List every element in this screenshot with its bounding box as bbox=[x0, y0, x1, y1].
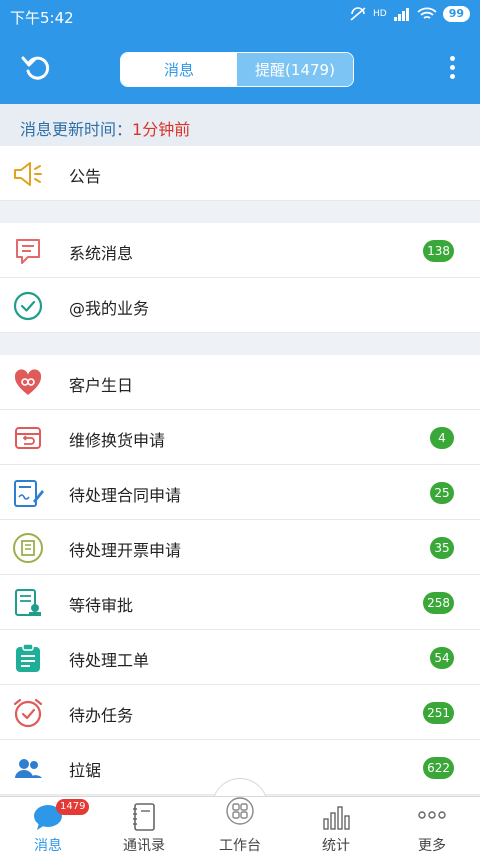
more-menu-icon[interactable] bbox=[448, 56, 456, 84]
tab-messages-bottom[interactable]: 1479 消息 bbox=[0, 797, 96, 853]
megaphone-icon bbox=[14, 162, 42, 186]
list-item-label: 拉锯 bbox=[69, 761, 102, 780]
approval-doc-icon bbox=[15, 589, 41, 616]
tab-contacts[interactable]: 通讯录 bbox=[96, 797, 192, 853]
contacts-book-icon bbox=[133, 803, 155, 831]
list-item-announcement[interactable]: 公告 bbox=[0, 146, 480, 201]
status-time: 下午5:42 bbox=[10, 9, 74, 27]
list-item-label: 客户生日 bbox=[69, 376, 134, 395]
check-circle-icon bbox=[13, 291, 43, 321]
count-badge: 258 bbox=[423, 592, 454, 614]
list-item-contract-request[interactable]: 待处理合同申请 25 bbox=[0, 465, 480, 520]
invoice-icon bbox=[13, 533, 43, 563]
more-dots-icon bbox=[418, 811, 446, 819]
count-badge: 622 bbox=[423, 757, 454, 779]
list-item-label: 维修换货申请 bbox=[69, 431, 166, 450]
list-item-system-messages[interactable]: 系统消息 138 bbox=[0, 223, 480, 278]
refresh-icon[interactable] bbox=[20, 50, 54, 84]
wifi-icon bbox=[417, 7, 437, 19]
tab-statistics[interactable]: 统计 bbox=[288, 797, 384, 853]
bar-chart-icon bbox=[323, 806, 350, 830]
update-time-value: 1分钟前 bbox=[132, 120, 191, 139]
battery-indicator: 99 bbox=[442, 6, 470, 22]
tab-workbench[interactable]: 工作台 bbox=[192, 797, 288, 853]
tab-more[interactable]: 更多 bbox=[384, 797, 480, 853]
mute-icon bbox=[350, 7, 366, 21]
tab-label: 更多 bbox=[418, 838, 446, 853]
signal-icon bbox=[393, 8, 409, 21]
update-time-label: 消息更新时间： bbox=[20, 120, 133, 139]
bottom-tab-bar: 1479 消息 通讯录 工作台 统计 更多 bbox=[0, 796, 480, 853]
people-icon bbox=[15, 759, 42, 778]
list-item-label: 待办任务 bbox=[69, 706, 134, 725]
status-bar: 下午5:42 HD 99 bbox=[0, 0, 480, 32]
list-item-invoice-request[interactable]: 待处理开票申请 35 bbox=[0, 520, 480, 575]
section-divider bbox=[0, 333, 480, 355]
count-badge: 4 bbox=[430, 427, 454, 449]
list-item-label: 待处理工单 bbox=[69, 651, 150, 670]
app-bar: 消息 提醒(1479) bbox=[0, 32, 480, 104]
tab-badge: 1479 bbox=[56, 799, 90, 815]
tab-label: 通讯录 bbox=[123, 838, 165, 853]
list-item-pending-approval[interactable]: 等待审批 258 bbox=[0, 575, 480, 630]
list-item-my-business[interactable]: @我的业务 bbox=[0, 278, 480, 333]
tab-label: 消息 bbox=[34, 838, 62, 853]
list-item-label: @我的业务 bbox=[69, 299, 150, 318]
clipboard-icon bbox=[16, 643, 40, 672]
count-badge: 25 bbox=[430, 482, 454, 504]
heart-icon bbox=[14, 369, 42, 395]
chat-bubble-icon bbox=[16, 239, 40, 264]
contract-pen-icon bbox=[14, 480, 44, 507]
tab-label: 工作台 bbox=[219, 838, 261, 853]
update-time-bar: 消息更新时间：1分钟前 bbox=[0, 104, 480, 146]
tab-label: 统计 bbox=[322, 838, 350, 853]
count-badge: 35 bbox=[430, 537, 454, 559]
network-type: HD bbox=[372, 9, 387, 19]
list-item-label: 待处理开票申请 bbox=[69, 541, 182, 560]
count-badge: 54 bbox=[430, 647, 454, 669]
list-item-customer-birthday[interactable]: 客户生日 bbox=[0, 355, 480, 410]
list-item-work-order[interactable]: 待处理工单 54 bbox=[0, 630, 480, 685]
tab-reminders[interactable]: 提醒(1479) bbox=[237, 53, 353, 86]
grid-apps-icon bbox=[226, 797, 254, 825]
alarm-clock-icon bbox=[13, 698, 43, 728]
section-divider bbox=[0, 201, 480, 223]
count-badge: 251 bbox=[423, 702, 454, 724]
repair-box-icon bbox=[15, 427, 41, 449]
list-item-todo-tasks[interactable]: 待办任务 251 bbox=[0, 685, 480, 740]
status-icons: HD 99 bbox=[349, 6, 470, 22]
count-badge: 138 bbox=[423, 240, 454, 262]
list-item-label: 等待审批 bbox=[69, 596, 134, 615]
segment-control: 消息 提醒(1479) bbox=[120, 52, 354, 87]
tab-messages[interactable]: 消息 bbox=[121, 53, 237, 86]
list-item-label: 系统消息 bbox=[69, 244, 134, 263]
list-item-label: 待处理合同申请 bbox=[69, 486, 182, 505]
list-item-label: 公告 bbox=[69, 167, 102, 186]
list-item-repair-exchange[interactable]: 维修换货申请 4 bbox=[0, 410, 480, 465]
